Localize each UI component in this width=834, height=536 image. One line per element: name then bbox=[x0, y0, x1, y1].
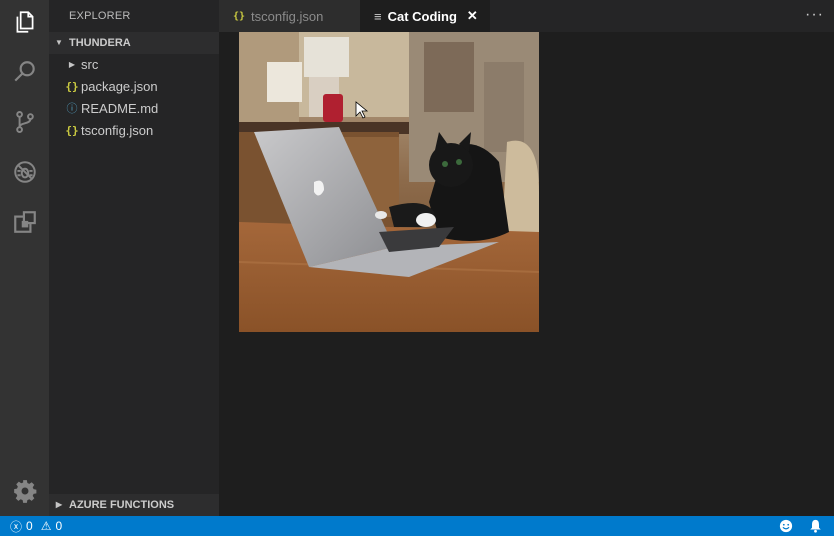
tree-item-label: src bbox=[81, 57, 99, 72]
more-actions-icon[interactable]: ··· bbox=[805, 0, 824, 32]
tab-label: tsconfig.json bbox=[251, 8, 324, 24]
tree-item-label: package.json bbox=[81, 79, 158, 94]
tab-tsconfig[interactable]: {} tsconfig.json bbox=[219, 0, 360, 32]
warning-icon: ⚠ bbox=[40, 519, 52, 533]
error-icon: ⓧ bbox=[10, 519, 23, 534]
search-icon[interactable] bbox=[0, 52, 49, 92]
tree-item-label: tsconfig.json bbox=[81, 123, 154, 138]
explorer-icon[interactable] bbox=[0, 2, 49, 42]
source-control-icon[interactable] bbox=[0, 102, 49, 142]
problems-indicator[interactable]: ⓧ 0 ⚠ 0 bbox=[10, 516, 62, 536]
json-braces-icon: {} bbox=[233, 10, 246, 22]
activity-bar bbox=[0, 0, 49, 516]
project-section-header[interactable]: ▼ THUNDERA bbox=[49, 32, 219, 54]
tab-label: Cat Coding bbox=[387, 8, 457, 24]
azure-functions-section-header[interactable]: ▶ AZURE FUNCTIONS bbox=[49, 494, 219, 516]
tree-item-tsconfig[interactable]: {} tsconfig.json bbox=[49, 120, 219, 142]
project-name: THUNDERA bbox=[69, 37, 131, 49]
extensions-icon[interactable] bbox=[0, 202, 49, 242]
json-braces-icon: {} bbox=[65, 124, 79, 137]
status-bar-right bbox=[779, 516, 822, 536]
warning-count: 0 bbox=[55, 519, 63, 533]
chevron-right-icon: ▶ bbox=[55, 500, 63, 509]
json-braces-icon: {} bbox=[65, 80, 79, 93]
sidebar-title: EXPLORER bbox=[69, 10, 131, 22]
settings-gear-icon[interactable] bbox=[0, 471, 49, 511]
status-bar: ⓧ 0 ⚠ 0 bbox=[0, 516, 834, 536]
notifications-bell-icon[interactable] bbox=[809, 519, 822, 533]
preview-icon: ≡ bbox=[374, 8, 382, 24]
tree-item-package-json[interactable]: {} package.json bbox=[49, 76, 219, 98]
close-icon[interactable]: ✕ bbox=[467, 8, 478, 24]
tab-cat-coding[interactable]: ≡ Cat Coding ✕ bbox=[360, 0, 490, 32]
azure-functions-label: AZURE FUNCTIONS bbox=[69, 499, 175, 511]
explorer-sidebar: EXPLORER ▼ THUNDERA ▶ src {} package.jso… bbox=[49, 0, 219, 516]
info-icon: ⓘ bbox=[66, 103, 78, 115]
feedback-smiley-icon[interactable] bbox=[779, 519, 793, 533]
chevron-down-icon: ▼ bbox=[55, 38, 63, 47]
editor-area bbox=[219, 32, 834, 516]
debug-icon[interactable] bbox=[0, 152, 49, 192]
error-count: 0 bbox=[26, 519, 33, 533]
cat-coding-image bbox=[239, 32, 539, 332]
chevron-right-icon: ▶ bbox=[68, 60, 76, 69]
tree-item-label: README.md bbox=[81, 101, 159, 116]
tree-item-src[interactable]: ▶ src bbox=[49, 54, 219, 76]
editor-tab-bar: {} tsconfig.json ≡ Cat Coding ✕ ··· bbox=[219, 0, 834, 32]
tree-item-readme[interactable]: ⓘ README.md bbox=[49, 98, 219, 120]
